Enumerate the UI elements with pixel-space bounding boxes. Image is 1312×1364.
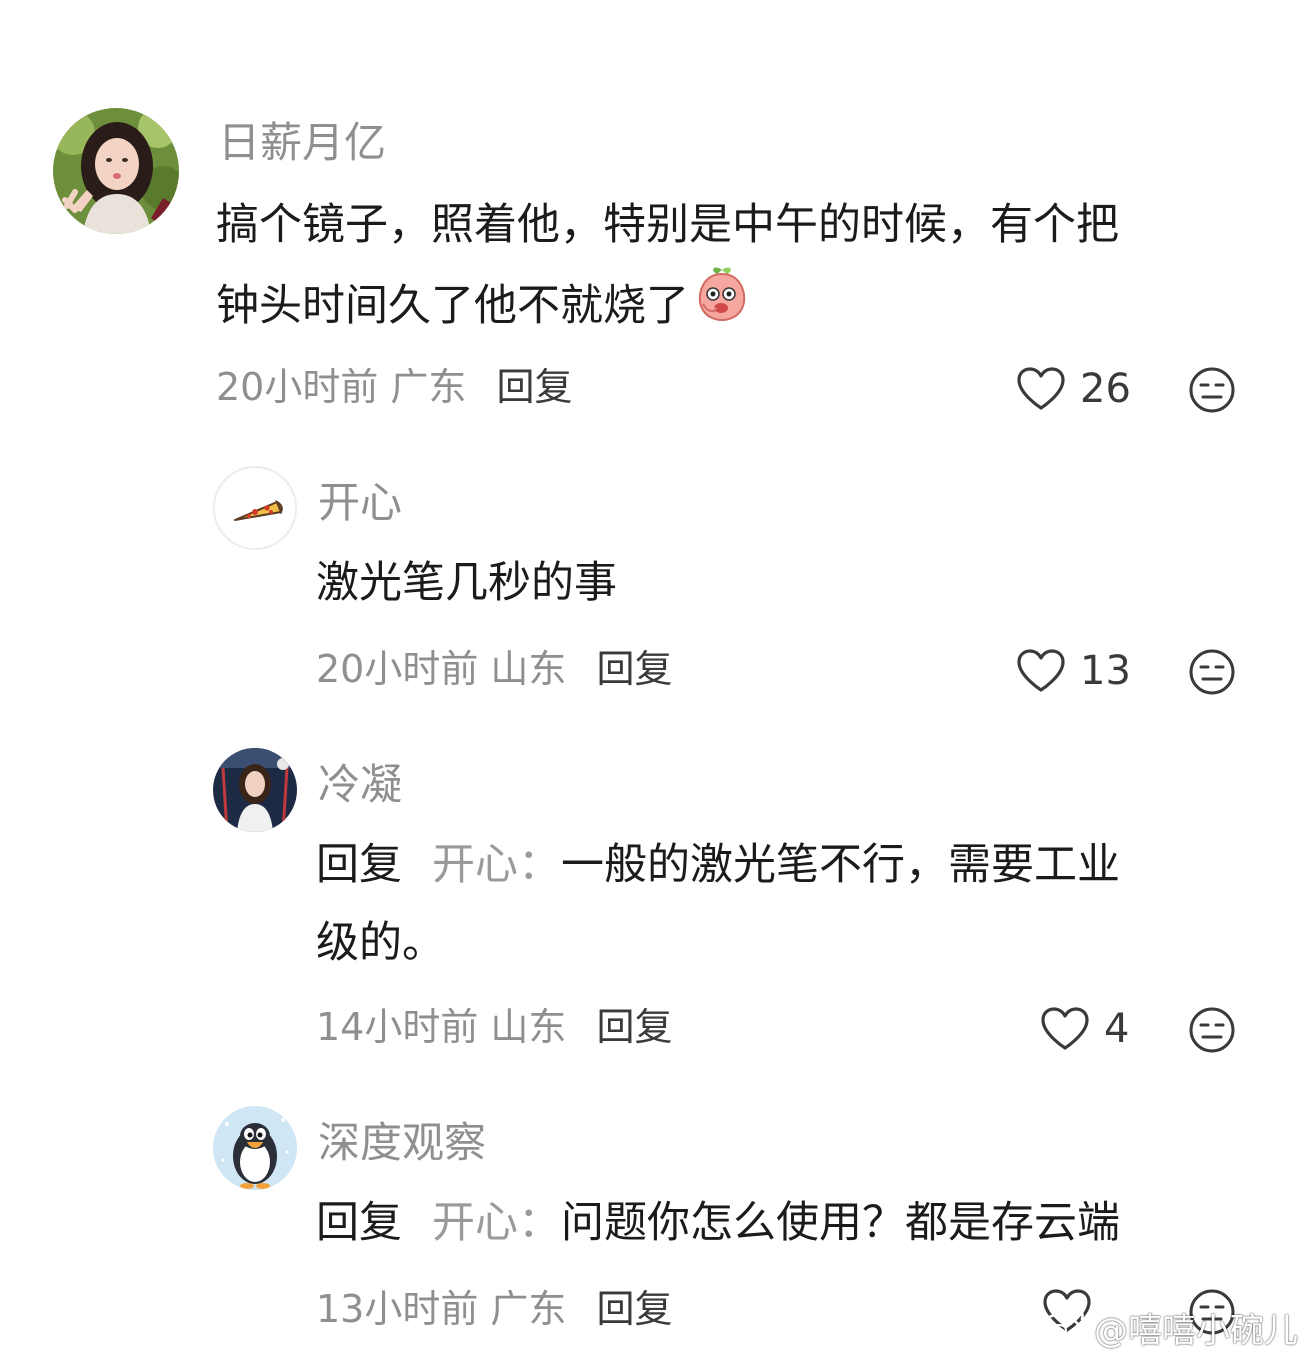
heart-icon xyxy=(1041,1007,1089,1050)
like-button[interactable]: 4 xyxy=(1040,1004,1129,1054)
reply-button[interactable]: 回复 xyxy=(596,1005,672,1049)
username[interactable]: 冷凝 xyxy=(318,764,402,806)
girl-portrait-avatar-icon xyxy=(53,108,179,234)
avatar[interactable] xyxy=(213,466,297,550)
neutral-face-icon xyxy=(1189,367,1235,413)
username[interactable]: 深度观察 xyxy=(318,1122,486,1164)
comment-meta: 13小时前 广东 回复 xyxy=(316,1290,672,1328)
like-count: 26 xyxy=(1080,366,1131,412)
comment-text: 回复 开心：问题你怎么使用？都是存云端 xyxy=(316,1184,1256,1262)
dislike-button[interactable] xyxy=(1188,1006,1236,1058)
avatar[interactable] xyxy=(213,748,297,832)
avatar[interactable] xyxy=(213,1106,297,1190)
peach-emoji-icon xyxy=(695,264,749,347)
heart-icon xyxy=(1017,367,1065,410)
like-button[interactable]: 26 xyxy=(1016,364,1131,414)
avatar[interactable] xyxy=(53,108,179,234)
watermark-text: @嘻嘻小碗儿 xyxy=(1094,1311,1298,1351)
comment-meta: 14小时前 山东 回复 xyxy=(316,1008,672,1046)
reply-button[interactable]: 回复 xyxy=(596,1287,672,1331)
like-count: 4 xyxy=(1104,1006,1130,1052)
comment-meta: 20小时前 广东 回复 xyxy=(216,368,572,406)
comment-text-line: 回复 开心：一般的激光笔不行，需要工业 xyxy=(316,826,1256,904)
comment-text-span: 钟头时间久了他不就烧了 xyxy=(216,280,689,331)
like-count: 13 xyxy=(1080,648,1131,694)
reply-target-username[interactable]: 开心： xyxy=(432,1198,561,1248)
penguin-avatar-icon xyxy=(213,1106,297,1190)
comment-text-line: 搞个镜子，照着他，特别是中午的时候，有个把 xyxy=(216,200,1119,250)
neutral-face-icon xyxy=(1189,649,1235,695)
reply-prefix: 回复 xyxy=(316,1198,402,1248)
comment-text-line: 级的。 xyxy=(316,918,445,968)
reply-prefix: 回复 xyxy=(316,840,402,890)
dislike-button[interactable] xyxy=(1188,648,1236,700)
like-button[interactable]: 13 xyxy=(1016,646,1131,696)
woman-illustration-avatar-icon xyxy=(213,748,297,832)
weibo-logo-icon xyxy=(1038,1303,1088,1352)
time-location: 20小时前 广东 xyxy=(216,365,467,409)
heart-icon xyxy=(1017,649,1065,692)
comment-text-span: 一般的激光笔不行，需要工业 xyxy=(561,840,1120,890)
reply-button[interactable]: 回复 xyxy=(596,647,672,691)
username[interactable]: 日薪月亿 xyxy=(218,122,386,164)
time-location: 13小时前 广东 xyxy=(316,1287,567,1331)
neutral-face-icon xyxy=(1189,1007,1235,1053)
comment-text: 激光笔几秒的事 xyxy=(316,558,617,608)
comment-text: 回复 开心：一般的激光笔不行，需要工业 级的。 xyxy=(316,826,1256,982)
comment-meta: 20小时前 山东 回复 xyxy=(316,650,672,688)
time-location: 14小时前 山东 xyxy=(316,1005,567,1049)
watermark: @嘻嘻小碗儿 xyxy=(1038,1303,1298,1352)
pizza-avatar-icon xyxy=(234,499,283,521)
comment-text: 搞个镜子，照着他，特别是中午的时候，有个把 钟头时间久了他不就烧了 xyxy=(216,186,1266,347)
comment-text-line: 钟头时间久了他不就烧了 xyxy=(216,264,1266,347)
dislike-button[interactable] xyxy=(1188,366,1236,418)
reply-target-username[interactable]: 开心： xyxy=(432,840,561,890)
comment-text-span: 问题你怎么使用？都是存云端 xyxy=(561,1198,1120,1248)
time-location: 20小时前 山东 xyxy=(316,647,567,691)
comment-text-line: 回复 开心：问题你怎么使用？都是存云端 xyxy=(316,1184,1256,1262)
reply-button[interactable]: 回复 xyxy=(496,365,572,409)
username[interactable]: 开心 xyxy=(318,482,402,524)
